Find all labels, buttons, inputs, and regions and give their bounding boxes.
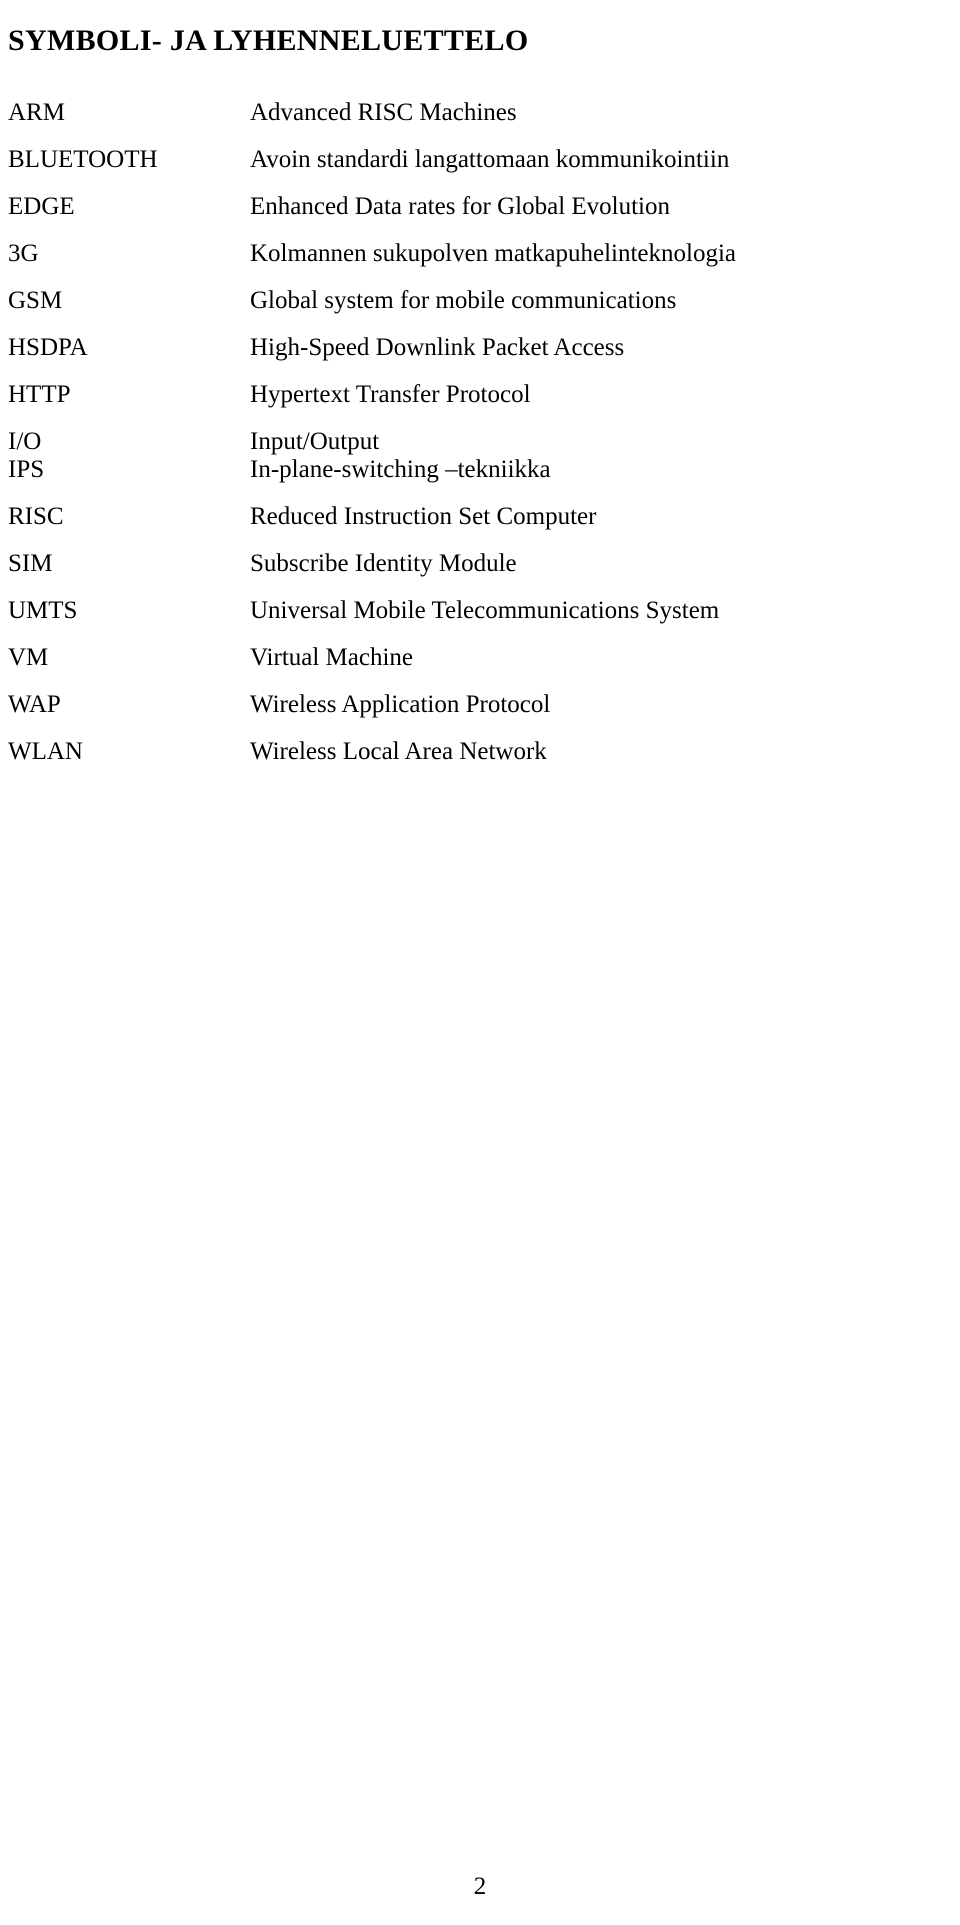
abbreviation-description: High-Speed Downlink Packet Access — [250, 334, 625, 361]
abbreviation-term: HSDPA — [8, 334, 88, 361]
abbreviation-description: Virtual Machine — [250, 644, 414, 671]
abbreviation-term: BLUETOOTH — [8, 146, 158, 173]
abbreviation-description: Enhanced Data rates for Global Evolution — [250, 193, 670, 220]
abbreviation-description: Reduced Instruction Set Computer — [250, 503, 597, 530]
abbreviation-row: IPS In-plane-switching –tekniikka — [0, 453, 960, 500]
abbreviation-term: VM — [8, 644, 49, 671]
abbreviation-row: HTTP Hypertext Transfer Protocol — [0, 378, 960, 425]
abbreviation-term: UMTS — [8, 597, 78, 624]
abbreviation-row: SIM Subscribe Identity Module — [0, 547, 960, 594]
abbreviation-row: WAP Wireless Application Protocol — [0, 688, 960, 735]
abbreviation-row: VM Virtual Machine — [0, 641, 960, 688]
abbreviation-row: HSDPA High-Speed Downlink Packet Access — [0, 331, 960, 378]
abbreviation-term: ARM — [8, 99, 65, 126]
abbreviation-term: HTTP — [8, 381, 71, 408]
abbreviation-list: ARM Advanced RISC Machines BLUETOOTH Avoin … — [0, 96, 960, 782]
abbreviation-description: Avoin standardi langattomaan kommunikoin… — [250, 146, 730, 173]
abbreviation-description: Kolmannen sukupolven matkapuhelinteknolo… — [250, 240, 737, 267]
abbreviation-description: In-plane-switching –tekniikka — [250, 456, 551, 483]
abbreviation-term: EDGE — [8, 193, 75, 220]
page-number: 2 — [473, 1873, 487, 1900]
abbreviation-row: BLUETOOTH Avoin standardi langattomaan ko… — [0, 143, 960, 190]
abbreviation-row: 3G Kolmannen sukupolven matkapuhelintekno… — [0, 237, 960, 284]
abbreviation-description: Wireless Local Area Network — [250, 738, 547, 765]
abbreviation-term: IPS — [8, 456, 45, 483]
abbreviation-term: RISC — [8, 503, 64, 530]
abbreviation-description: Universal Mobile Telecommunications Syst… — [250, 597, 720, 624]
abbreviation-term: SIM — [8, 550, 53, 577]
abbreviation-term: GSM — [8, 287, 63, 314]
abbreviation-description: Subscribe Identity Module — [250, 550, 517, 577]
abbreviation-row: ARM Advanced RISC Machines — [0, 96, 960, 143]
abbreviation-description: Hypertext Transfer Protocol — [250, 381, 531, 408]
abbreviation-row: RISC Reduced Instruction Set Computer — [0, 500, 960, 547]
abbreviation-row: WLAN Wireless Local Area Network — [0, 735, 960, 782]
abbreviation-term: WLAN — [8, 738, 83, 765]
abbreviation-description: Global system for mobile communications — [250, 287, 677, 314]
document-page: SYMBOLI- JA LYHENNELUETTELO ARM Advanced … — [0, 0, 960, 1925]
page-title: SYMBOLI- JA LYHENNELUETTELO — [8, 24, 529, 58]
abbreviation-row: I/O Input/Output — [0, 425, 960, 455]
abbreviation-description: Advanced RISC Machines — [250, 99, 517, 126]
abbreviation-row: GSM Global system for mobile communicatio… — [0, 284, 960, 331]
abbreviation-term: WAP — [8, 691, 61, 718]
abbreviation-row: EDGE Enhanced Data rates for Global Evolu… — [0, 190, 960, 237]
abbreviation-description: Wireless Application Protocol — [250, 691, 551, 718]
abbreviation-term: 3G — [8, 240, 39, 267]
abbreviation-row: UMTS Universal Mobile Telecommunications … — [0, 594, 960, 641]
